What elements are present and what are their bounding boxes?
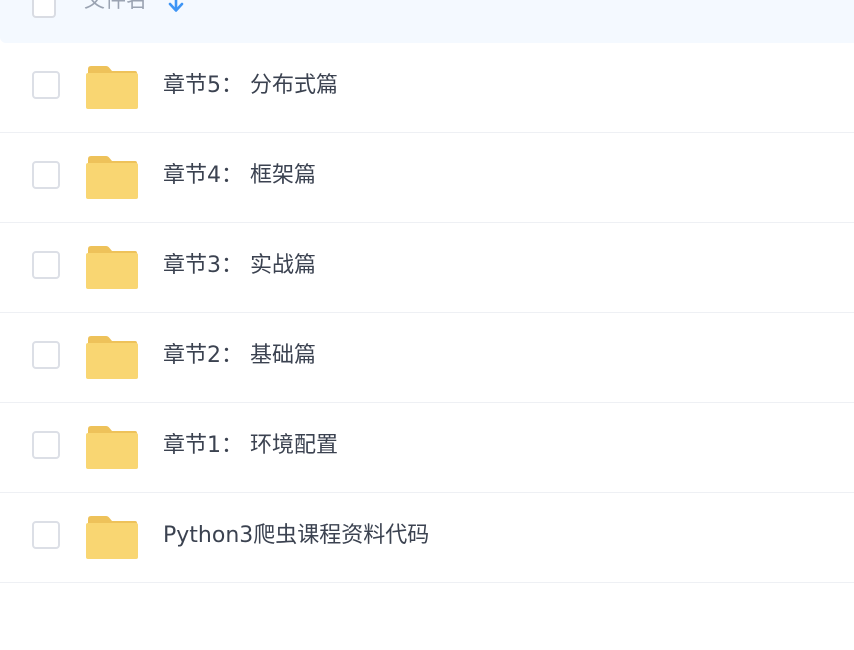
list-header: 文件名 <box>0 0 854 43</box>
file-name[interactable]: 章节3： 实战篇 <box>163 251 316 281</box>
row-checkbox[interactable] <box>32 431 60 459</box>
folder-icon <box>86 426 138 469</box>
file-name[interactable]: 章节5： 分布式篇 <box>163 71 338 101</box>
row-checkbox[interactable] <box>32 71 60 99</box>
folder-icon <box>86 66 138 109</box>
file-row[interactable]: 章节2： 基础篇 <box>0 313 854 403</box>
folder-icon <box>86 336 138 379</box>
folder-icon <box>86 516 138 559</box>
row-checkbox[interactable] <box>32 161 60 189</box>
row-checkbox[interactable] <box>32 341 60 369</box>
file-row[interactable]: 章节4： 框架篇 <box>0 133 854 223</box>
folder-icon <box>86 156 138 199</box>
file-name[interactable]: 章节2： 基础篇 <box>163 341 316 371</box>
filename-column-header[interactable]: 文件名 <box>84 0 147 18</box>
file-row[interactable]: 章节5： 分布式篇 <box>0 43 854 133</box>
row-checkbox[interactable] <box>32 521 60 549</box>
arrow-down-icon[interactable] <box>166 0 186 14</box>
select-all-checkbox[interactable] <box>32 0 56 18</box>
file-row[interactable]: 章节1： 环境配置 <box>0 403 854 493</box>
file-name[interactable]: 章节4： 框架篇 <box>163 161 316 191</box>
row-checkbox[interactable] <box>32 251 60 279</box>
folder-icon <box>86 246 138 289</box>
file-row[interactable]: Python3爬虫课程资料代码 <box>0 493 854 583</box>
file-row[interactable]: 章节3： 实战篇 <box>0 223 854 313</box>
file-name[interactable]: Python3爬虫课程资料代码 <box>163 521 429 551</box>
file-name[interactable]: 章节1： 环境配置 <box>163 431 338 461</box>
